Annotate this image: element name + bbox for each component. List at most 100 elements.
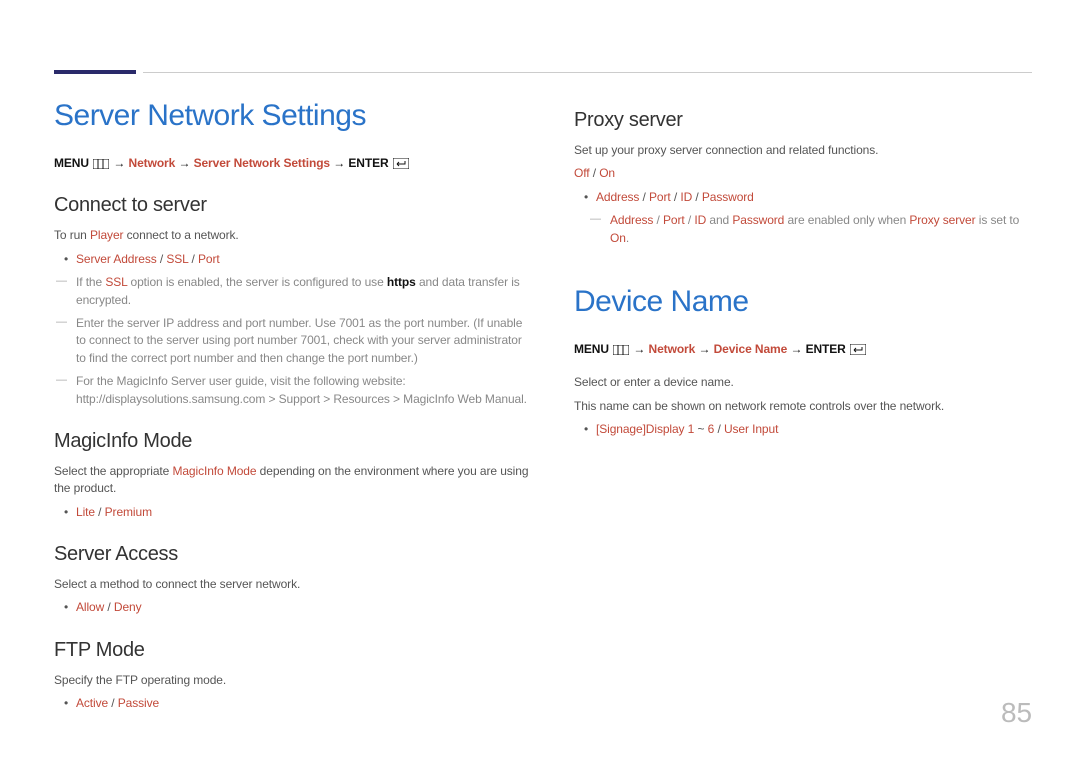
access-para: Select a method to connect the server ne… bbox=[54, 576, 534, 593]
menu-path-device-name: MENU → Network → Device Name → ENTER bbox=[574, 341, 1032, 358]
heading-server-access: Server Access bbox=[54, 543, 534, 566]
sep: / bbox=[104, 600, 114, 614]
page-number: 85 bbox=[1001, 697, 1032, 729]
txt: option is enabled, the server is configu… bbox=[127, 275, 387, 289]
https-term: https bbox=[387, 275, 416, 289]
menu-label: MENU bbox=[54, 156, 89, 170]
opt-lite: Lite bbox=[76, 505, 95, 519]
heading-ftp-mode: FTP Mode bbox=[54, 639, 534, 662]
opt-allow: Allow bbox=[76, 600, 104, 614]
opt-deny: Deny bbox=[114, 600, 142, 614]
txt: is set to bbox=[976, 213, 1020, 227]
opt-premium: Premium bbox=[105, 505, 152, 519]
opt-active: Active bbox=[76, 696, 108, 710]
sep: / bbox=[685, 213, 695, 227]
ftp-bullet-options: Active / Passive bbox=[54, 695, 534, 712]
connect-note-guide: For the MagicInfo Server user guide, vis… bbox=[54, 373, 534, 408]
arrow: → bbox=[333, 156, 345, 170]
proxy-off-on: Off / On bbox=[574, 165, 1032, 182]
sep: / bbox=[639, 190, 649, 204]
note-id: ID bbox=[694, 213, 706, 227]
sep: / bbox=[692, 190, 702, 204]
path-network: Network bbox=[129, 156, 176, 170]
note-password: Password bbox=[732, 213, 784, 227]
txt: If the bbox=[76, 275, 105, 289]
connect-para: To run Player connect to a network. bbox=[54, 227, 534, 244]
opt-port: Port bbox=[649, 190, 671, 204]
txt: and bbox=[706, 213, 732, 227]
magic-para: Select the appropriate MagicInfo Mode de… bbox=[54, 463, 534, 498]
sep: / bbox=[188, 252, 198, 266]
arrow: → bbox=[633, 342, 645, 356]
sep: / bbox=[714, 422, 724, 436]
path-device-name: Device Name bbox=[714, 342, 788, 356]
menu-path-sns: MENU → Network → Server Network Settings… bbox=[54, 155, 534, 172]
right-column: Proxy server Set up your proxy server co… bbox=[574, 99, 1032, 719]
menu-icon bbox=[93, 159, 109, 169]
accent-bar bbox=[54, 70, 136, 74]
path-network: Network bbox=[649, 342, 696, 356]
device-p1: Select or enter a device name. bbox=[574, 374, 1032, 391]
connect-note-port: Enter the server IP address and port num… bbox=[54, 315, 534, 367]
txt: . bbox=[626, 231, 629, 245]
txt: connect to a network. bbox=[123, 228, 238, 242]
left-column: Server Network Settings MENU → Network →… bbox=[54, 99, 534, 719]
arrow: → bbox=[178, 156, 190, 170]
note-proxy-server: Proxy server bbox=[909, 213, 975, 227]
menu-icon bbox=[613, 345, 629, 355]
sep: / bbox=[95, 505, 105, 519]
proxy-bullet-fields: Address / Port / ID / Password bbox=[574, 189, 1032, 206]
opt-server-address: Server Address bbox=[76, 252, 157, 266]
content-columns: Server Network Settings MENU → Network →… bbox=[54, 99, 1032, 719]
heading-proxy-server: Proxy server bbox=[574, 109, 1032, 132]
opt-signage-display: [Signage]Display 1 bbox=[596, 422, 694, 436]
connect-bullet-options: Server Address / SSL / Port bbox=[54, 251, 534, 268]
arrow: → bbox=[790, 342, 802, 356]
heading-magicinfo-mode: MagicInfo Mode bbox=[54, 430, 534, 453]
opt-off: Off bbox=[574, 166, 590, 180]
arrow: → bbox=[113, 156, 125, 170]
magicinfo-mode-term: MagicInfo Mode bbox=[172, 464, 256, 478]
note-on: On bbox=[610, 231, 626, 245]
enter-icon bbox=[850, 344, 866, 355]
device-p2: This name can be shown on network remote… bbox=[574, 398, 1032, 415]
txt: Select the appropriate bbox=[54, 464, 172, 478]
ssl-term: SSL bbox=[105, 275, 127, 289]
opt-ssl: SSL bbox=[166, 252, 188, 266]
arrow: → bbox=[698, 342, 710, 356]
proxy-note: Address / Port / ID and Password are ena… bbox=[574, 212, 1032, 247]
opt-on: On bbox=[599, 166, 615, 180]
sep: / bbox=[108, 696, 118, 710]
enter-icon bbox=[393, 158, 409, 169]
enter-label: ENTER bbox=[348, 156, 388, 170]
heading-connect-to-server: Connect to server bbox=[54, 194, 534, 217]
tilde: ~ bbox=[694, 422, 707, 436]
note-address: Address bbox=[610, 213, 653, 227]
device-bullet-options: [Signage]Display 1 ~ 6 / User Input bbox=[574, 421, 1032, 438]
txt: are enabled only when bbox=[784, 213, 909, 227]
proxy-para: Set up your proxy server connection and … bbox=[574, 142, 1032, 159]
sep: / bbox=[157, 252, 167, 266]
heading-server-network-settings: Server Network Settings bbox=[54, 99, 534, 133]
player-term: Player bbox=[90, 228, 123, 242]
header-rule bbox=[143, 72, 1032, 73]
connect-note-ssl: If the SSL option is enabled, the server… bbox=[54, 274, 534, 309]
opt-passive: Passive bbox=[118, 696, 159, 710]
opt-password: Password bbox=[702, 190, 754, 204]
opt-address: Address bbox=[596, 190, 639, 204]
heading-device-name: Device Name bbox=[574, 285, 1032, 319]
opt-port: Port bbox=[198, 252, 220, 266]
access-bullet-options: Allow / Deny bbox=[54, 599, 534, 616]
opt-id: ID bbox=[680, 190, 692, 204]
enter-label: ENTER bbox=[806, 342, 846, 356]
path-sns: Server Network Settings bbox=[194, 156, 330, 170]
opt-user-input: User Input bbox=[724, 422, 778, 436]
sep: / bbox=[590, 166, 600, 180]
sep: / bbox=[671, 190, 681, 204]
sep: / bbox=[653, 213, 663, 227]
ftp-para: Specify the FTP operating mode. bbox=[54, 672, 534, 689]
menu-label: MENU bbox=[574, 342, 609, 356]
txt: To run bbox=[54, 228, 90, 242]
magic-bullet-options: Lite / Premium bbox=[54, 504, 534, 521]
note-port: Port bbox=[663, 213, 685, 227]
